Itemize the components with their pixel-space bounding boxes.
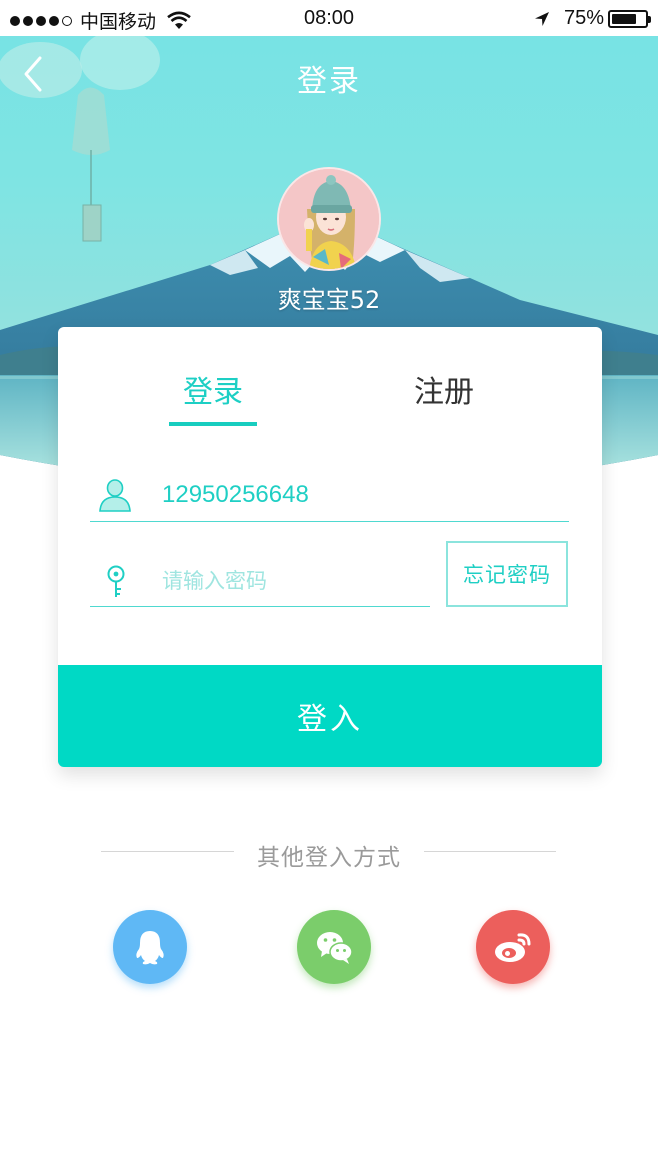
- other-login-label: 其他登入方式: [257, 845, 401, 871]
- tab-register[interactable]: 注册: [344, 367, 544, 411]
- page-title: 登录: [297, 64, 361, 99]
- divider-right: [424, 851, 556, 852]
- battery-percent: 75%: [563, 7, 604, 29]
- username: 爽宝宝52: [277, 286, 381, 314]
- password-input[interactable]: [162, 565, 412, 599]
- wechat-icon: [317, 932, 353, 964]
- status-right: 75%: [534, 7, 651, 30]
- battery-level-fill: [612, 13, 636, 24]
- qq-icon: [136, 931, 164, 965]
- weibo-icon: [495, 933, 531, 962]
- user-icon: [99, 479, 131, 512]
- battery-icon: [608, 9, 651, 28]
- weibo-login-button[interactable]: [476, 910, 550, 984]
- wechat-login-button[interactable]: [297, 910, 371, 984]
- phone-field: [90, 468, 569, 522]
- location-arrow-icon: [534, 11, 549, 26]
- forgot-password-button[interactable]: 忘记密码: [446, 541, 568, 607]
- login-card: 登录 注册 忘记密码 登入: [58, 327, 602, 767]
- key-icon: [107, 565, 125, 597]
- login-submit-button[interactable]: 登入: [58, 665, 602, 767]
- status-bar: 中国移动 08:00 75%: [0, 0, 658, 36]
- password-field: [90, 553, 430, 607]
- phone-input[interactable]: [162, 478, 542, 512]
- tab-login[interactable]: 登录: [113, 367, 313, 411]
- avatar[interactable]: [277, 167, 381, 271]
- qq-login-button[interactable]: [113, 910, 187, 984]
- active-tab-indicator: [169, 422, 257, 426]
- avatar-illustration: [279, 169, 379, 269]
